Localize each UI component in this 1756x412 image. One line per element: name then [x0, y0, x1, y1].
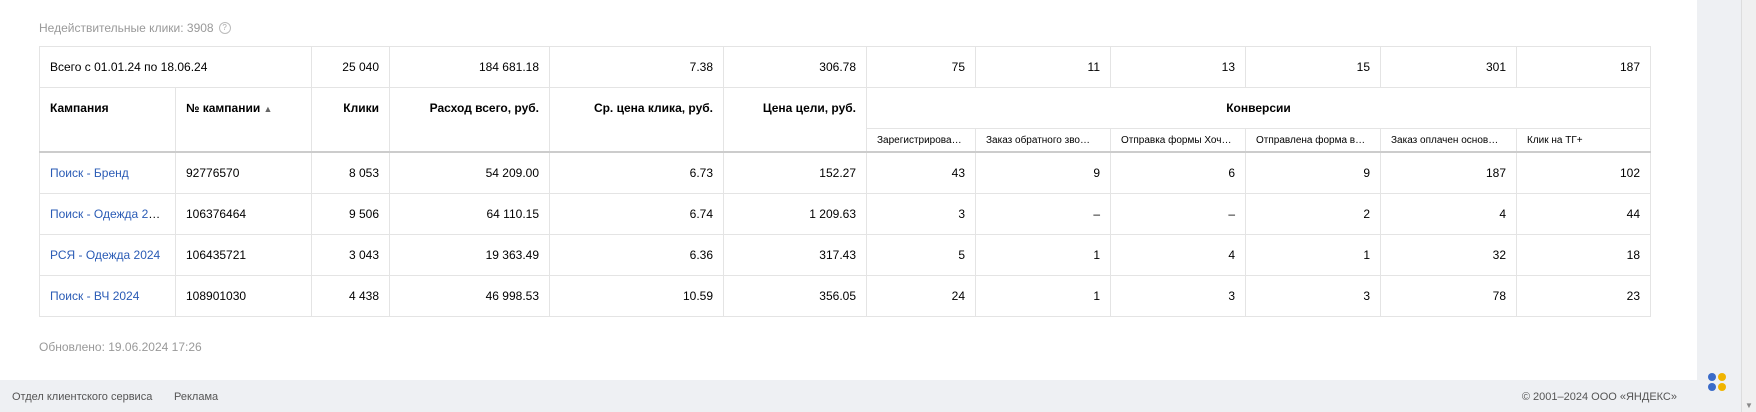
totals-conv-4: 15	[1245, 46, 1381, 88]
row-conv-1: 5	[866, 234, 976, 276]
row-conv-2: 1	[975, 275, 1111, 317]
header-goal-5[interactable]: Заказ оплачен основ…	[1380, 128, 1517, 153]
totals-spend: 184 681.18	[389, 46, 550, 88]
row-conv-3: 4	[1110, 234, 1246, 276]
apps-widget-icon[interactable]	[1707, 372, 1729, 394]
row-goal-cost: 317.43	[723, 234, 867, 276]
row-conv-5: 78	[1380, 275, 1517, 317]
header-goal-4[interactable]: Отправлена форма в…	[1245, 128, 1381, 153]
footer: Отдел клиентского сервиса Реклама © 2001…	[0, 380, 1697, 412]
campaign-link[interactable]: Поиск - ВЧ 2024	[50, 289, 139, 303]
row-clicks: 4 438	[311, 275, 390, 317]
table-row: Поиск - ВЧ 2024 108901030 4 438 46 998.5…	[39, 275, 1651, 317]
row-avg-cpc: 10.59	[549, 275, 724, 317]
row-conv-5: 4	[1380, 193, 1517, 235]
campaign-id: 92776570	[175, 151, 312, 194]
totals-conv-3: 13	[1110, 46, 1246, 88]
row-avg-cpc: 6.73	[549, 151, 724, 194]
totals-goal-cost: 306.78	[723, 46, 867, 88]
header-clicks[interactable]: Клики	[311, 87, 390, 153]
row-spend: 54 209.00	[389, 151, 550, 194]
header-campaign-number-label: № кампании	[186, 101, 261, 115]
row-conv-5: 32	[1380, 234, 1517, 276]
row-conv-1: 43	[866, 151, 976, 194]
totals-conv-1: 75	[866, 46, 976, 88]
row-goal-cost: 356.05	[723, 275, 867, 317]
row-goal-cost: 152.27	[723, 151, 867, 194]
main-content: Недействительные клики: 3908 ? Всего с 0…	[0, 0, 1697, 380]
row-clicks: 9 506	[311, 193, 390, 235]
campaign-stats-table: Всего с 01.01.24 по 18.06.24 25 040 184 …	[39, 46, 1651, 317]
footer-link-advertising[interactable]: Реклама	[174, 391, 218, 403]
totals-conv-6: 187	[1516, 46, 1651, 88]
row-conv-2: –	[975, 193, 1111, 235]
header-campaign-number[interactable]: № кампании ▲	[175, 87, 312, 153]
campaign-id: 106435721	[175, 234, 312, 276]
row-conv-6: 102	[1516, 151, 1651, 194]
scroll-down-icon[interactable]: ▼	[1745, 401, 1753, 410]
totals-conv-2: 11	[975, 46, 1111, 88]
row-spend: 19 363.49	[389, 234, 550, 276]
table-row: РСЯ - Одежда 2024 106435721 3 043 19 363…	[39, 234, 1651, 276]
invalid-clicks: Недействительные клики: 3908 ?	[39, 21, 231, 35]
invalid-clicks-text: Недействительные клики: 3908	[39, 21, 214, 35]
header-conversions: Конверсии	[866, 87, 1651, 129]
totals-label: Всего с 01.01.24 по 18.06.24	[39, 46, 312, 88]
header-goal-1[interactable]: Зарегистрированы…	[866, 128, 976, 153]
header-goal-cost[interactable]: Цена цели, руб.	[723, 87, 867, 153]
totals-conv-5: 301	[1380, 46, 1517, 88]
row-conv-6: 18	[1516, 234, 1651, 276]
row-conv-4: 9	[1245, 151, 1381, 194]
row-conv-3: –	[1110, 193, 1246, 235]
header-row: Кампания № кампании ▲ Клики Расход всего…	[39, 87, 1651, 153]
row-avg-cpc: 6.36	[549, 234, 724, 276]
header-campaign[interactable]: Кампания	[39, 87, 176, 153]
footer-copyright: © 2001–2024 ООО «ЯНДЕКС»	[1521, 391, 1677, 403]
row-avg-cpc: 6.74	[549, 193, 724, 235]
row-conv-3: 6	[1110, 151, 1246, 194]
header-goal-2[interactable]: Заказ обратного зво…	[975, 128, 1111, 153]
row-conv-5: 187	[1380, 151, 1517, 194]
help-icon[interactable]: ?	[218, 22, 231, 34]
totals-clicks: 25 040	[311, 46, 390, 88]
footer-link-client-service[interactable]: Отдел клиентского сервиса	[12, 391, 152, 403]
totals-row: Всего с 01.01.24 по 18.06.24 25 040 184 …	[39, 46, 1651, 88]
row-goal-cost: 1 209.63	[723, 193, 867, 235]
header-goal-3[interactable]: Отправка формы Хоч…	[1110, 128, 1246, 153]
row-conv-4: 2	[1245, 193, 1381, 235]
row-conv-2: 9	[975, 151, 1111, 194]
sort-asc-icon[interactable]: ▲	[264, 104, 273, 114]
row-conv-1: 24	[866, 275, 976, 317]
header-spend[interactable]: Расход всего, руб.	[389, 87, 550, 153]
row-conv-1: 3	[866, 193, 976, 235]
campaign-id: 108901030	[175, 275, 312, 317]
row-clicks: 8 053	[311, 151, 390, 194]
row-conv-6: 23	[1516, 275, 1651, 317]
table-row: Поиск - Одежда 2024 106376464 9 506 64 1…	[39, 193, 1651, 235]
side-rail	[1697, 0, 1741, 412]
campaign-link[interactable]: Поиск - Одежда 2024	[50, 207, 168, 221]
campaign-link[interactable]: РСЯ - Одежда 2024	[50, 248, 160, 262]
row-conv-6: 44	[1516, 193, 1651, 235]
updated-timestamp: Обновлено: 19.06.2024 17:26	[39, 340, 202, 354]
campaign-link[interactable]: Поиск - Бренд	[50, 166, 129, 180]
row-spend: 46 998.53	[389, 275, 550, 317]
header-goal-6[interactable]: Клик на ТГ+	[1516, 128, 1651, 153]
campaign-id: 106376464	[175, 193, 312, 235]
row-conv-4: 3	[1245, 275, 1381, 317]
vertical-scrollbar[interactable]: ▼	[1741, 0, 1756, 412]
row-conv-3: 3	[1110, 275, 1246, 317]
totals-avg-cpc: 7.38	[549, 46, 724, 88]
row-conv-2: 1	[975, 234, 1111, 276]
row-conv-4: 1	[1245, 234, 1381, 276]
table-row: Поиск - Бренд 92776570 8 053 54 209.00 6…	[39, 151, 1651, 194]
header-avg-cpc[interactable]: Ср. цена клика, руб.	[549, 87, 724, 153]
row-spend: 64 110.15	[389, 193, 550, 235]
row-clicks: 3 043	[311, 234, 390, 276]
